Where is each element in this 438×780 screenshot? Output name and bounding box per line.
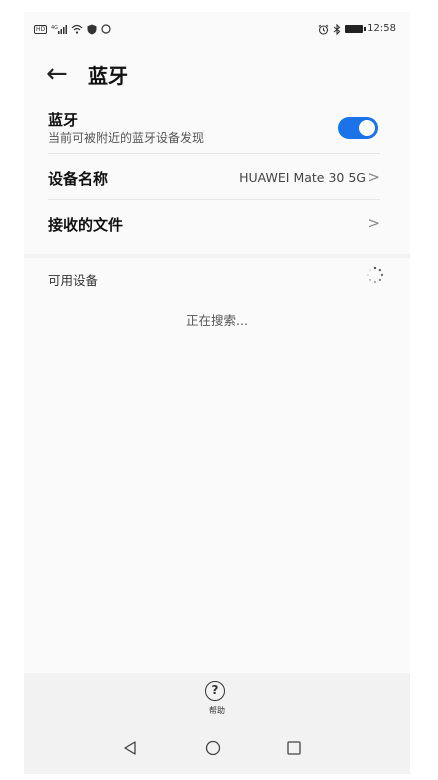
searching-status: 正在搜索... bbox=[186, 313, 248, 328]
chevron-right-icon: > bbox=[367, 214, 380, 232]
device-name-label: 设备名称 bbox=[48, 170, 109, 188]
device-name-value: HUAWEI Mate 30 5G bbox=[239, 170, 366, 185]
bluetooth-visibility-text: 当前可被附近的蓝牙设备发现 bbox=[48, 131, 205, 145]
help-area: ? 帮助 bbox=[24, 673, 410, 733]
wifi-icon bbox=[71, 24, 83, 34]
phone-screen: HD 4G 12:58 ← 蓝牙 蓝牙 当前可被附近的蓝牙设备发现 设备名称 H… bbox=[24, 12, 410, 774]
navigation-bar bbox=[24, 728, 410, 774]
signal-icon: 4G bbox=[51, 25, 68, 34]
chevron-right-icon: > bbox=[367, 168, 380, 186]
available-devices-section: 可用设备 正在搜索... bbox=[24, 258, 410, 673]
bluetooth-toggle-row[interactable]: 蓝牙 当前可被附近的蓝牙设备发现 bbox=[48, 102, 380, 154]
device-name-row[interactable]: 设备名称 HUAWEI Mate 30 5G > bbox=[48, 154, 380, 200]
bluetooth-label: 蓝牙 bbox=[48, 111, 79, 129]
svg-text:4G: 4G bbox=[51, 25, 58, 31]
home-circle-icon[interactable] bbox=[205, 740, 221, 756]
shield-icon bbox=[87, 24, 97, 34]
help-icon[interactable]: ? bbox=[205, 681, 225, 701]
status-left: HD 4G bbox=[34, 24, 111, 35]
status-time: 12:58 bbox=[367, 23, 396, 34]
received-files-label: 接收的文件 bbox=[48, 216, 124, 234]
available-devices-header: 可用设备 bbox=[48, 273, 99, 288]
recent-square-icon[interactable] bbox=[286, 740, 302, 756]
back-triangle-icon[interactable] bbox=[122, 740, 138, 756]
back-arrow-icon[interactable]: ← bbox=[46, 61, 74, 87]
bluetooth-switch[interactable] bbox=[338, 117, 378, 139]
bluetooth-settings-card: 蓝牙 当前可被附近的蓝牙设备发现 设备名称 HUAWEI Mate 30 5G … bbox=[24, 102, 410, 254]
title-bar: ← 蓝牙 bbox=[24, 46, 410, 102]
page-title: 蓝牙 bbox=[88, 63, 128, 88]
battery-icon bbox=[345, 25, 367, 33]
status-right: 12:58 bbox=[318, 23, 396, 35]
help-label[interactable]: 帮助 bbox=[24, 705, 410, 716]
alarm-icon bbox=[318, 24, 329, 35]
loading-spinner-icon bbox=[367, 266, 384, 284]
bluetooth-icon bbox=[333, 23, 341, 35]
hd-badge-icon: HD bbox=[34, 24, 48, 34]
status-bar: HD 4G 12:58 bbox=[24, 12, 410, 46]
circle-icon bbox=[101, 24, 111, 34]
switch-knob bbox=[359, 120, 375, 136]
received-files-row[interactable]: 接收的文件 > bbox=[48, 200, 380, 246]
